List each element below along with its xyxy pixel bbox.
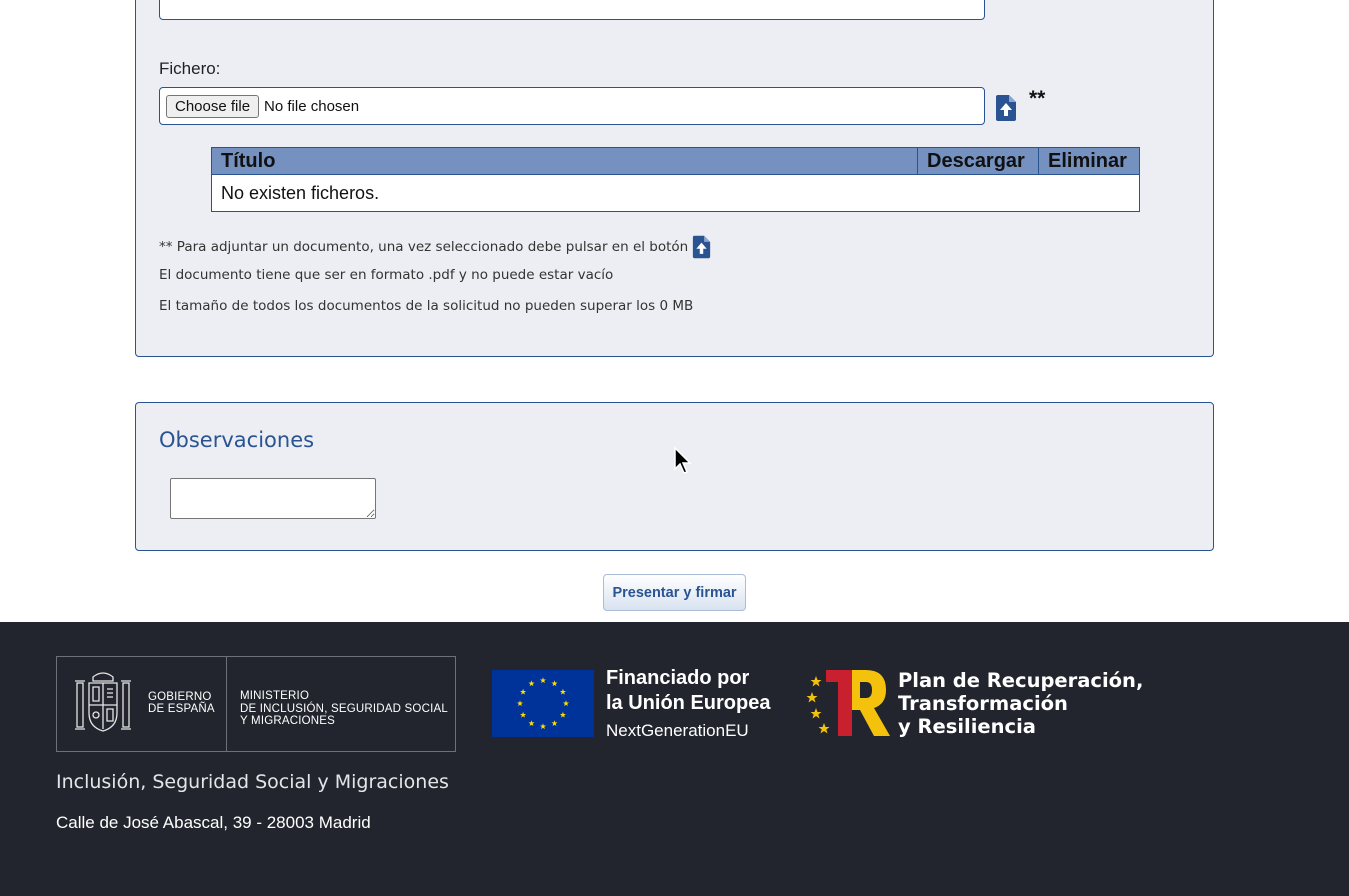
ministry-line1: MINISTERIO (240, 690, 310, 702)
recovery-plan-line2: Transformación (898, 692, 1068, 715)
government-logo[interactable]: GOBIERNO DE ESPAÑA MINISTERIO DE INCLUSI… (56, 656, 456, 752)
eu-funding-line2: la Unión Europea (606, 692, 771, 714)
attach-hint-text: ** Para adjuntar un documento, una vez s… (159, 239, 689, 255)
attachments-panel: Fichero: Choose file No file chosen ** T… (135, 0, 1214, 357)
gov-name: GOBIERNO DE ESPAÑA (148, 691, 215, 715)
size-hint: El tamaño de todos los documentos de la … (159, 298, 694, 314)
recovery-plan-logo-icon (806, 670, 890, 736)
file-input[interactable]: Choose file No file chosen (159, 87, 985, 125)
coat-of-arms-icon (75, 672, 131, 732)
column-header-download[interactable]: Descargar (918, 148, 1039, 174)
required-marker: ** (1029, 87, 1046, 110)
mouse-cursor-icon (674, 447, 692, 474)
column-header-title[interactable]: Título (212, 148, 918, 174)
file-upload-icon (693, 235, 711, 259)
file-status-text: No file chosen (264, 97, 360, 115)
gov-name-line2: DE ESPAÑA (148, 703, 215, 715)
observations-panel: Observaciones (135, 402, 1214, 551)
page: Fichero: Choose file No file chosen ** T… (0, 0, 1349, 896)
column-header-delete[interactable]: Eliminar (1039, 148, 1139, 174)
footer: GOBIERNO DE ESPAÑA MINISTERIO DE INCLUSI… (0, 622, 1349, 896)
observations-title: Observaciones (159, 428, 315, 452)
logo-divider (226, 657, 227, 751)
ministry-line2: DE INCLUSIÓN, SEGURIDAD SOCIAL (240, 702, 448, 715)
eu-flag-icon (492, 670, 594, 737)
files-table: Título Descargar Eliminar No existen fic… (211, 147, 1140, 212)
previous-input-field[interactable] (159, 0, 985, 20)
eu-funding-line3: NextGenerationEU (606, 721, 749, 740)
ministry-line3: Y MIGRACIONES (240, 715, 336, 727)
attach-hint: ** Para adjuntar un documento, una vez s… (159, 235, 711, 259)
choose-file-button[interactable]: Choose file (166, 94, 260, 118)
submit-and-sign-button[interactable]: Presentar y firmar (603, 574, 746, 611)
eu-funding-line1: Financiado por (606, 667, 750, 689)
gov-name-line1: GOBIERNO (148, 691, 212, 703)
table-empty-row: No existen ficheros. (221, 182, 380, 203)
observations-textarea[interactable] (170, 478, 376, 519)
footer-ministry-name: Inclusión, Seguridad Social y Migracione… (56, 771, 449, 793)
table-header: Título Descargar Eliminar (212, 148, 1139, 175)
file-upload-icon[interactable] (995, 95, 1017, 121)
format-hint: El documento tiene que ser en formato .p… (159, 267, 614, 283)
recovery-plan-line1: Plan de Recuperación, (898, 669, 1144, 692)
footer-address: Calle de José Abascal, 39 - 28003 Madrid (56, 813, 371, 832)
ministry-name-logo: MINISTERIO DE INCLUSIÓN, SEGURIDAD SOCIA… (240, 690, 448, 728)
recovery-plan-line3: y Resiliencia (898, 715, 1036, 738)
file-label: Fichero: (159, 59, 221, 78)
